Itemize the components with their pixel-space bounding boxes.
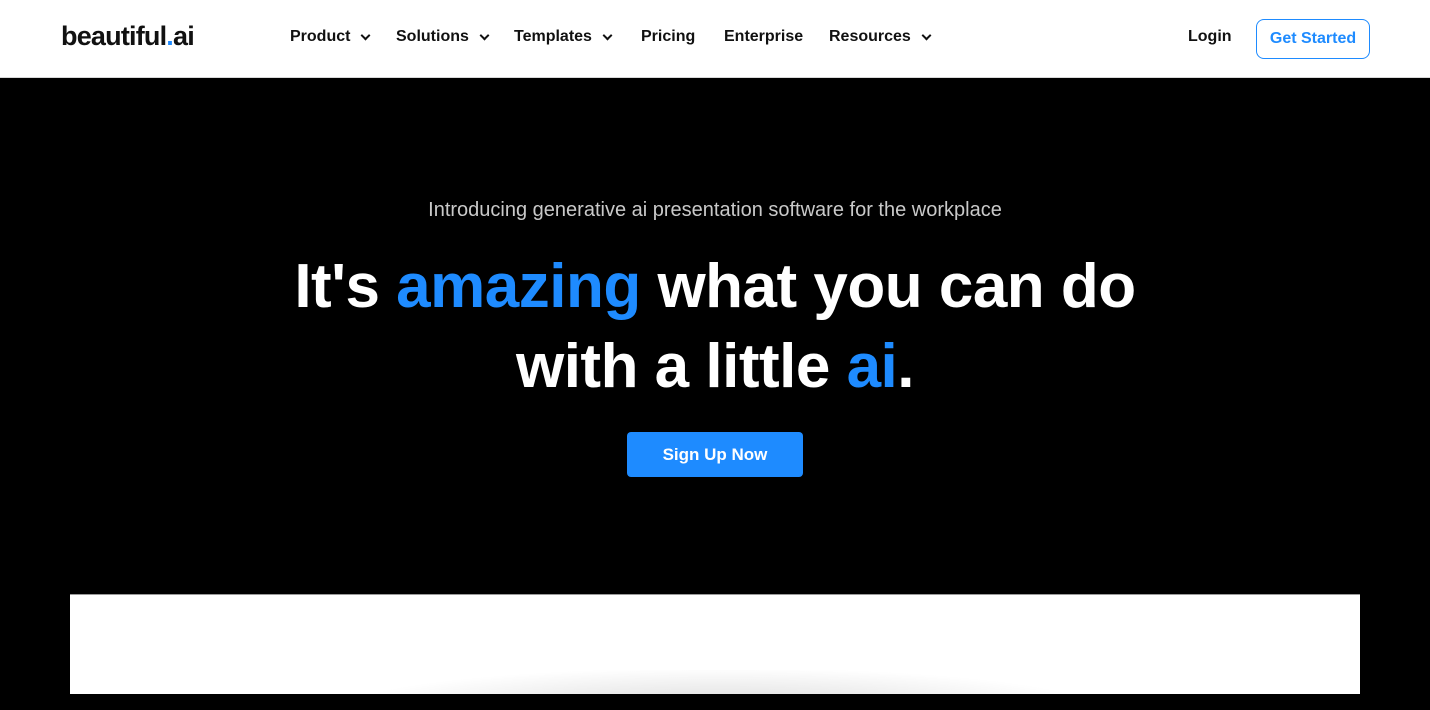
headline-period: .	[897, 332, 915, 401]
preview-shadow	[360, 670, 1080, 710]
beautiful-ai-logo[interactable]: beautiful.ai	[61, 21, 195, 52]
nav-item-resources[interactable]: Resources	[829, 28, 932, 46]
nav-item-pricing[interactable]: Pricing	[641, 28, 695, 46]
headline-line-1: It's amazing what you can do	[0, 247, 1430, 327]
headline-text: what you can do	[640, 252, 1136, 321]
hero-subtitle: Introducing generative ai presentation s…	[428, 199, 1002, 221]
nav-item-product[interactable]: Product	[290, 28, 371, 46]
hero-headline: It's amazing what you can do with a litt…	[0, 247, 1430, 407]
headline-text: It's	[294, 252, 397, 321]
nav-item-solutions[interactable]: Solutions	[396, 28, 490, 46]
hero-section: Introducing generative ai presentation s…	[0, 79, 1430, 710]
nav-item-label: Product	[290, 28, 351, 45]
nav-item-enterprise[interactable]: Enterprise	[724, 28, 803, 46]
chevron-down-icon	[921, 30, 932, 40]
nav-item-label: Resources	[829, 28, 911, 45]
logo-suffix: ai	[173, 21, 195, 51]
nav-item-label: Pricing	[641, 28, 696, 45]
headline-accent-amazing: amazing	[396, 252, 641, 321]
product-preview-panel	[70, 594, 1360, 710]
headline-accent-ai: ai	[846, 332, 898, 401]
headline-line-2: with a little ai.	[0, 327, 1430, 407]
get-started-button[interactable]: Get Started	[1256, 19, 1370, 59]
logo-text: beautiful	[61, 21, 167, 51]
login-link[interactable]: Login	[1188, 28, 1232, 46]
nav-item-templates[interactable]: Templates	[514, 28, 613, 46]
nav-item-label: Solutions	[396, 28, 469, 45]
nav-item-label: Enterprise	[724, 28, 804, 45]
top-navigation-bar: beautiful.ai Product Solutions Templates…	[0, 0, 1430, 78]
nav-item-label: Templates	[514, 28, 592, 45]
logo-dot: .	[166, 21, 173, 51]
chevron-down-icon	[479, 30, 490, 40]
chevron-down-icon	[602, 30, 613, 40]
sign-up-now-button[interactable]: Sign Up Now	[627, 432, 803, 477]
chevron-down-icon	[361, 30, 371, 40]
headline-text: with a little	[515, 332, 847, 401]
